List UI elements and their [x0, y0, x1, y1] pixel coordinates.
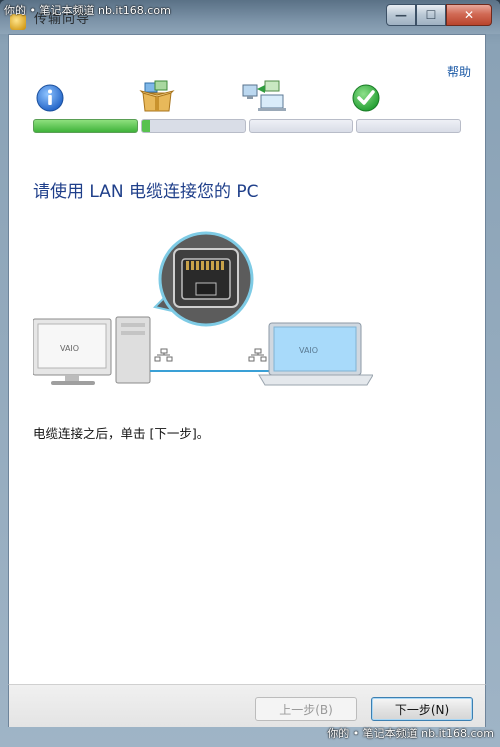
- maximize-button[interactable]: ☐: [416, 4, 446, 26]
- help-link[interactable]: 帮助: [447, 63, 471, 80]
- watermark-bottom: 你的 • 笔记本频道 nb.it168.com: [327, 727, 494, 740]
- page-title: 请使用 LAN 电缆连接您的 PC: [33, 182, 259, 202]
- wizard-content: 帮助 请使用 LAN 电缆连接您的 PC VAIO VAIO 电缆连接之后，单击…: [8, 34, 486, 686]
- progress-segment-4: [356, 119, 461, 133]
- watermark-top: 你的 • 笔记本频道 nb.it168.com: [4, 4, 171, 17]
- laptop-brand: VAIO: [299, 346, 318, 355]
- progress-segment-1: [33, 119, 138, 133]
- progress-segment-2: [140, 119, 246, 133]
- package-icon: [139, 80, 175, 112]
- back-button[interactable]: 上一步(B): [255, 697, 357, 721]
- network-port-icon-left: [154, 348, 173, 362]
- desktop-monitor-icon: VAIO: [33, 318, 112, 385]
- maximize-icon: ☐: [425, 8, 437, 22]
- info-icon: [36, 84, 64, 112]
- minimize-icon: —: [395, 8, 407, 22]
- laptop-icon: VAIO: [258, 322, 373, 386]
- wizard-window: 传输向导 — ☐ ✕ 帮助 请使用 LAN 电缆连接您的 PC VAIO VAI…: [0, 0, 500, 747]
- transfer-computer-icon: [242, 80, 286, 111]
- desktop-brand: VAIO: [60, 344, 79, 353]
- lan-port-bubble: [153, 231, 254, 327]
- caption-buttons: — ☐ ✕: [386, 4, 492, 26]
- minimize-button[interactable]: —: [386, 4, 416, 26]
- progress-bar: [33, 119, 461, 133]
- lan-connection-illustration: VAIO VAIO: [33, 231, 373, 386]
- desktop-tower-icon: [115, 316, 151, 384]
- close-icon: ✕: [463, 8, 475, 22]
- instruction-text: 电缆连接之后，单击 [下一步]。: [33, 426, 210, 441]
- network-port-icon-right: [248, 348, 267, 362]
- progress-segment-3: [248, 119, 354, 133]
- wizard-footer: 上一步(B) 下一步(N): [8, 684, 486, 727]
- checkmark-icon: [352, 84, 380, 112]
- close-button[interactable]: ✕: [446, 4, 492, 26]
- next-button[interactable]: 下一步(N): [371, 697, 473, 721]
